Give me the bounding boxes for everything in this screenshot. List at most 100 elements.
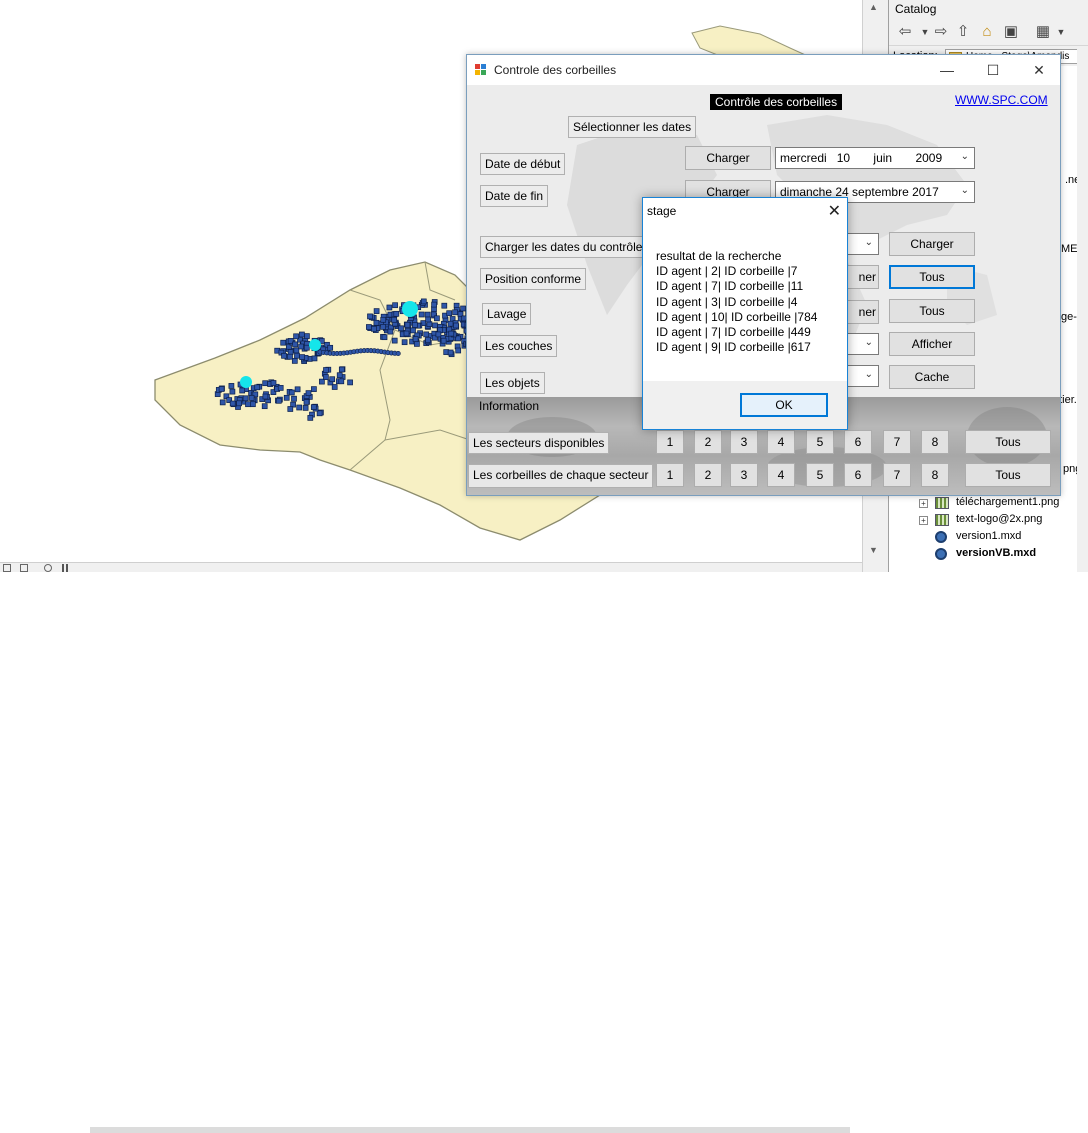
scroll-up-icon[interactable]: ▲ (869, 2, 878, 12)
sector-button-7[interactable]: 7 (883, 430, 911, 454)
forward-arrow-icon[interactable]: ⇨ (931, 22, 951, 42)
map-point (426, 321, 433, 327)
result-line: ID agent | 10| ID corbeille |784 (656, 309, 818, 324)
map-point (302, 405, 309, 411)
result-lines: resultat de la recherche ID agent | 2| I… (656, 249, 817, 355)
close-icon[interactable]: ✕ (1016, 59, 1062, 81)
home-icon[interactable]: ⌂ (977, 22, 997, 42)
map-point (373, 319, 380, 326)
scroll-down-icon[interactable]: ▼ (869, 545, 878, 555)
map-point (432, 322, 438, 329)
view-options-icon[interactable]: ▦ (1033, 22, 1053, 42)
map-point (305, 390, 312, 396)
information-label: Information (479, 399, 540, 413)
chevron-down-icon[interactable]: ⌄ (961, 185, 969, 196)
data-view-icon[interactable] (3, 564, 11, 572)
map-point (275, 397, 282, 404)
view-options-dropdown-icon[interactable]: ▼ (1051, 22, 1071, 42)
ok-button[interactable]: OK (740, 393, 828, 417)
bin-sector-button-7[interactable]: 7 (883, 463, 911, 487)
pause-icon[interactable] (62, 564, 68, 572)
chevron-down-icon[interactable]: ⌄ (961, 151, 969, 162)
up-one-level-icon[interactable]: ⇧ (953, 22, 973, 42)
sectors-available-label: Les secteurs disponibles (468, 432, 610, 454)
lavage-all-button[interactable]: Tous (889, 299, 975, 323)
sector-button-1[interactable]: 1 (656, 430, 684, 454)
map-point (391, 337, 398, 344)
minimize-icon[interactable]: — (924, 59, 970, 81)
layout-view-icon[interactable] (20, 564, 28, 572)
chevron-down-icon[interactable]: ⌄ (865, 369, 873, 380)
maximize-icon[interactable]: ☐ (970, 59, 1016, 81)
bin-sector-button-3[interactable]: 3 (730, 463, 758, 487)
connect-folder-icon[interactable]: ▣ (1001, 22, 1021, 42)
bin-sector-button-2[interactable]: 2 (694, 463, 722, 487)
map-point (293, 347, 300, 354)
sectors-all-button[interactable]: Tous (965, 430, 1051, 454)
map-point (425, 336, 431, 343)
map-point (380, 324, 386, 330)
map-horizontal-scrollbar[interactable] (90, 1127, 850, 1133)
map-point (418, 311, 425, 318)
load-start-date-button[interactable]: Charger (685, 146, 771, 170)
map-point (448, 330, 455, 337)
map-point (414, 341, 420, 347)
expand-icon[interactable]: + (919, 499, 928, 508)
map-point (242, 395, 249, 402)
map-point (291, 358, 298, 364)
chevron-down-icon[interactable]: ⌄ (865, 237, 873, 248)
bin-sector-button-6[interactable]: 6 (844, 463, 872, 487)
position-all-button[interactable]: Tous (889, 265, 975, 289)
start-date-month: juin (873, 151, 893, 165)
map-point (338, 378, 345, 385)
bin-sector-button-4[interactable]: 4 (767, 463, 795, 487)
map-point (460, 305, 466, 312)
map-point (248, 395, 255, 401)
load-control-dates-label: Charger les dates du contrôle (480, 236, 660, 258)
sector-button-2[interactable]: 2 (694, 430, 722, 454)
dialog-titlebar[interactable]: stage ✕ (643, 198, 847, 224)
expand-icon[interactable]: + (919, 516, 928, 525)
load-button[interactable]: Charger (889, 232, 975, 256)
bin-sector-button-1[interactable]: 1 (656, 463, 684, 487)
map-point (338, 366, 345, 373)
sector-button-8[interactable]: 8 (921, 430, 949, 454)
sector-button-3[interactable]: 3 (730, 430, 758, 454)
map-point (327, 344, 334, 351)
map-point (393, 310, 400, 317)
close-icon[interactable]: ✕ (828, 201, 841, 221)
map-point (239, 387, 246, 394)
map-point (440, 337, 447, 344)
window-titlebar[interactable]: Controle des corbeilles — ☐ ✕ (467, 55, 1060, 85)
result-line: ID agent | 9| ID corbeille |617 (656, 340, 811, 355)
control-dates-combo[interactable]: ⌄ (847, 233, 879, 255)
sector-button-4[interactable]: 4 (767, 430, 795, 454)
lavage-label: Lavage (482, 303, 532, 325)
bin-sector-button-5[interactable]: 5 (806, 463, 834, 487)
refresh-icon[interactable] (44, 564, 52, 572)
map-point (307, 415, 314, 421)
page-heading: Contrôle des corbeilles (710, 94, 843, 110)
catalog-scrollbar[interactable] (1077, 46, 1088, 572)
bins-all-button[interactable]: Tous (965, 463, 1051, 487)
website-link[interactable]: WWW.SPC.COM (955, 93, 1048, 107)
map-point (229, 400, 236, 407)
start-date-picker[interactable]: mercredi 10 juin 2009 ⌄ (775, 147, 975, 169)
back-arrow-icon[interactable]: ⇦ (895, 22, 915, 42)
result-line: ID agent | 7| ID corbeille |11 (656, 279, 804, 294)
chevron-down-icon[interactable]: ⌄ (865, 337, 873, 348)
map-point (299, 331, 305, 338)
bin-sector-button-8[interactable]: 8 (921, 463, 949, 487)
sector-button-6[interactable]: 6 (844, 430, 872, 454)
map-point (381, 334, 388, 341)
map-point (435, 331, 442, 338)
map-point (424, 311, 431, 318)
couches-combo[interactable]: ⌄ (847, 333, 879, 355)
dialog-title: stage (647, 204, 677, 218)
hide-button[interactable]: Cache (889, 365, 975, 389)
objets-combo[interactable]: ⌄ (847, 365, 879, 387)
sector-button-5[interactable]: 5 (806, 430, 834, 454)
show-button[interactable]: Afficher (889, 332, 975, 356)
map-point (228, 383, 235, 389)
map-status-bar (0, 562, 862, 1133)
